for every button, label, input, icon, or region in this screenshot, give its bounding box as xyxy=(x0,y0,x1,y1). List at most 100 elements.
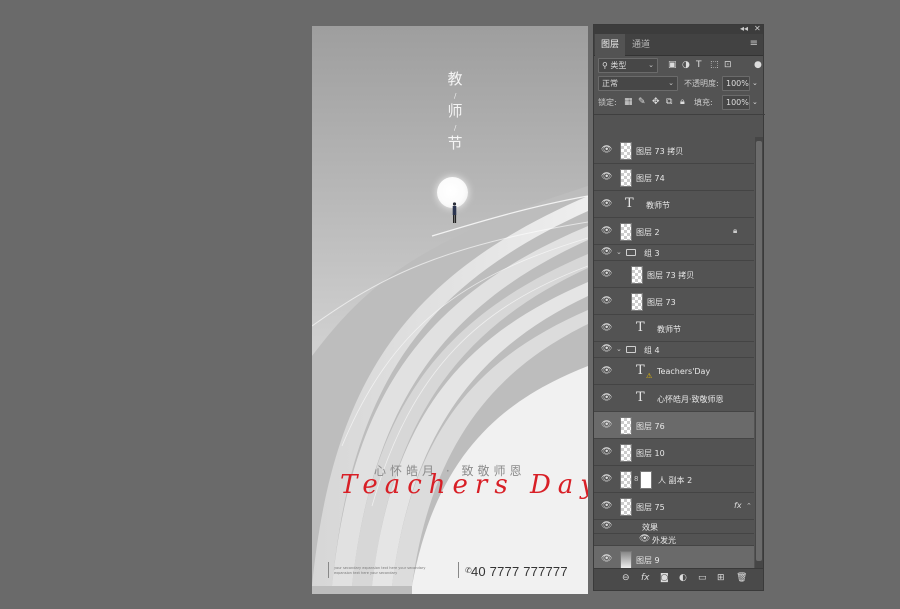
layers-panel: ◂◂ ✕ 图层 通道 ≡ ⚲ 类型 ⌄ ▣ ◑ T ⬚ ⊡ ● 正常 ⌄ 不透明… xyxy=(593,24,765,591)
layer-name: 效果 xyxy=(642,523,658,532)
layer-row[interactable]: 👁︎ T 教师节 xyxy=(594,315,754,342)
layer-row[interactable]: 👁︎ 图层 74 xyxy=(594,164,754,191)
blend-mode-select[interactable]: 正常 ⌄ xyxy=(598,76,678,91)
layer-row[interactable]: 👁︎ T 心怀皓月·致敬师恩 xyxy=(594,385,754,412)
chain-link-icon[interactable]: 8 xyxy=(634,475,638,483)
visibility-eye-icon[interactable]: 👁︎ xyxy=(601,501,612,511)
tab-channels[interactable]: 通道 xyxy=(626,34,656,56)
layer-row[interactable]: 👁︎ 8 人 副本 2 xyxy=(594,466,754,493)
layer-row[interactable]: 👁︎ 效果 xyxy=(594,520,754,534)
layer-thumbnail xyxy=(620,417,632,435)
link-icon[interactable]: ⊖ xyxy=(622,573,630,583)
title-slash: / xyxy=(454,92,457,100)
scrollbar-thumb[interactable] xyxy=(756,141,762,561)
layer-row[interactable]: 👁︎ 图层 73 拷贝 xyxy=(594,137,754,164)
visibility-eye-icon[interactable]: 👁︎ xyxy=(601,554,612,564)
visibility-eye-icon[interactable]: 👁︎ xyxy=(601,393,612,403)
close-icon[interactable]: ✕ xyxy=(754,24,761,33)
visibility-eye-icon[interactable]: 👁︎ xyxy=(601,447,612,457)
lock-artboard-icon[interactable]: ⧉ xyxy=(666,95,672,110)
poster-title-char-2: 师 xyxy=(447,102,463,120)
filter-kind-select[interactable]: ⚲ 类型 ⌄ xyxy=(598,58,658,73)
layer-row[interactable]: 👁︎ 图层 75 fx ⌃ xyxy=(594,493,754,520)
mask-icon[interactable]: ◙ xyxy=(660,573,669,583)
layer-list[interactable]: 👁︎ 图层 73 拷贝 👁︎ 图层 74 👁︎ T 教师节 👁︎ 图层 2 🔒︎ 👁︎ ⌄ 组 3 👁︎ 图… xyxy=(594,137,754,577)
filter-text-icon[interactable]: T xyxy=(696,58,702,73)
layer-row[interactable]: 👁︎ 图层 2 🔒︎ xyxy=(594,218,754,245)
layer-row[interactable]: 👁︎ ⌄ 组 4 xyxy=(594,342,754,358)
lock-all-icon[interactable]: 🔒︎ xyxy=(680,95,685,110)
chevron-down-icon[interactable]: ⌄ xyxy=(616,345,622,353)
layers-scrollbar[interactable] xyxy=(755,137,763,577)
warning-icon: ⚠ xyxy=(646,372,653,380)
layer-row[interactable]: 👁︎ 图层 76 xyxy=(594,412,754,439)
visibility-eye-icon[interactable]: 👁︎ xyxy=(601,199,612,209)
layer-thumbnail xyxy=(631,293,643,311)
visibility-eye-icon[interactable]: 👁︎ xyxy=(601,269,612,279)
layer-thumbnail xyxy=(620,471,632,489)
text-layer-icon: T xyxy=(625,196,634,211)
layer-row[interactable]: 👁︎ T 教师节 xyxy=(594,191,754,218)
filter-shape-icon[interactable]: ⬚ xyxy=(710,58,719,73)
search-icon: ⚲ xyxy=(602,61,608,70)
visibility-eye-icon[interactable]: 👁︎ xyxy=(601,323,612,333)
mask-thumbnail[interactable] xyxy=(640,471,652,489)
tab-layers[interactable]: 图层 xyxy=(595,34,626,56)
visibility-eye-icon[interactable]: 👁︎ xyxy=(601,145,612,155)
opacity-input[interactable]: 100% xyxy=(722,76,750,91)
lock-transparency-icon[interactable]: ▦ xyxy=(624,95,633,110)
folder-icon xyxy=(626,249,636,256)
filter-pixel-icon[interactable]: ▣ xyxy=(668,58,677,73)
layer-row[interactable]: 👁︎ 图层 73 xyxy=(594,288,754,315)
layer-name: 教师节 xyxy=(657,325,681,334)
filter-adjustment-icon[interactable]: ◑ xyxy=(682,58,690,73)
title-slash: / xyxy=(454,124,457,132)
filter-smart-icon[interactable]: ⊡ xyxy=(724,58,732,73)
layer-name: 图层 73 拷贝 xyxy=(636,147,684,156)
chevron-up-icon[interactable]: ⌃ xyxy=(746,502,752,510)
phone-number: 40 7777 777777 xyxy=(471,564,568,579)
lock-paint-icon[interactable]: ✎ xyxy=(638,95,646,110)
chevron-down-icon: ⌄ xyxy=(648,61,654,69)
visibility-eye-icon[interactable]: 👁︎ xyxy=(639,534,650,544)
visibility-eye-icon[interactable]: 👁︎ xyxy=(601,344,612,354)
layer-row[interactable]: 👁︎ ⌄ 组 3 xyxy=(594,245,754,261)
opacity-label: 不透明度: xyxy=(684,79,719,88)
filter-toggle-icon[interactable]: ● xyxy=(754,58,762,73)
opacity-value: 100% xyxy=(726,79,749,88)
adjustment-icon[interactable]: ◐ xyxy=(679,573,687,583)
collapse-icon[interactable]: ◂◂ xyxy=(740,24,748,33)
text-layer-icon: T xyxy=(636,390,645,405)
visibility-eye-icon[interactable]: 👁︎ xyxy=(601,474,612,484)
visibility-eye-icon[interactable]: 👁︎ xyxy=(601,247,612,257)
visibility-eye-icon[interactable]: 👁︎ xyxy=(601,296,612,306)
fx-icon[interactable]: fx xyxy=(641,573,650,583)
layer-name: 图层 73 拷贝 xyxy=(647,271,695,280)
visibility-eye-icon[interactable]: 👁︎ xyxy=(601,521,612,531)
poster-canvas[interactable]: 教 / 师 / 节 心怀皓月 · 致敬师恩 Teachers Day your … xyxy=(312,26,588,594)
chevron-down-icon[interactable]: ⌄ xyxy=(752,95,758,110)
layer-row[interactable]: 👁︎ 外发光 xyxy=(594,534,754,546)
chevron-down-icon[interactable]: ⌄ xyxy=(616,248,622,256)
layer-row[interactable]: 👁︎ T ⚠ Teachers'Day xyxy=(594,358,754,385)
layer-thumbnail xyxy=(620,498,632,516)
fx-badge[interactable]: fx xyxy=(734,501,742,510)
fill-label: 填充: xyxy=(694,98,713,107)
fill-input[interactable]: 100% xyxy=(722,95,750,110)
visibility-eye-icon[interactable]: 👁︎ xyxy=(601,226,612,236)
panel-menu-icon[interactable]: ≡ xyxy=(750,38,758,49)
layer-row[interactable]: 👁︎ 图层 73 拷贝 xyxy=(594,261,754,288)
visibility-eye-icon[interactable]: 👁︎ xyxy=(601,172,612,182)
layer-thumbnail xyxy=(620,223,632,241)
folder-icon[interactable]: ▭ xyxy=(698,573,707,583)
new-layer-icon[interactable]: ⊞ xyxy=(717,573,725,583)
visibility-eye-icon[interactable]: 👁︎ xyxy=(601,420,612,430)
layer-thumbnail xyxy=(620,169,632,187)
chevron-down-icon[interactable]: ⌄ xyxy=(752,76,758,91)
filter-kind-label: 类型 xyxy=(610,61,627,70)
lock-move-icon[interactable]: ✥ xyxy=(652,95,660,110)
layer-name: 教师节 xyxy=(646,201,670,210)
layer-row[interactable]: 👁︎ 图层 10 xyxy=(594,439,754,466)
trash-icon[interactable]: 🗑︎ xyxy=(736,573,747,583)
visibility-eye-icon[interactable]: 👁︎ xyxy=(601,366,612,376)
